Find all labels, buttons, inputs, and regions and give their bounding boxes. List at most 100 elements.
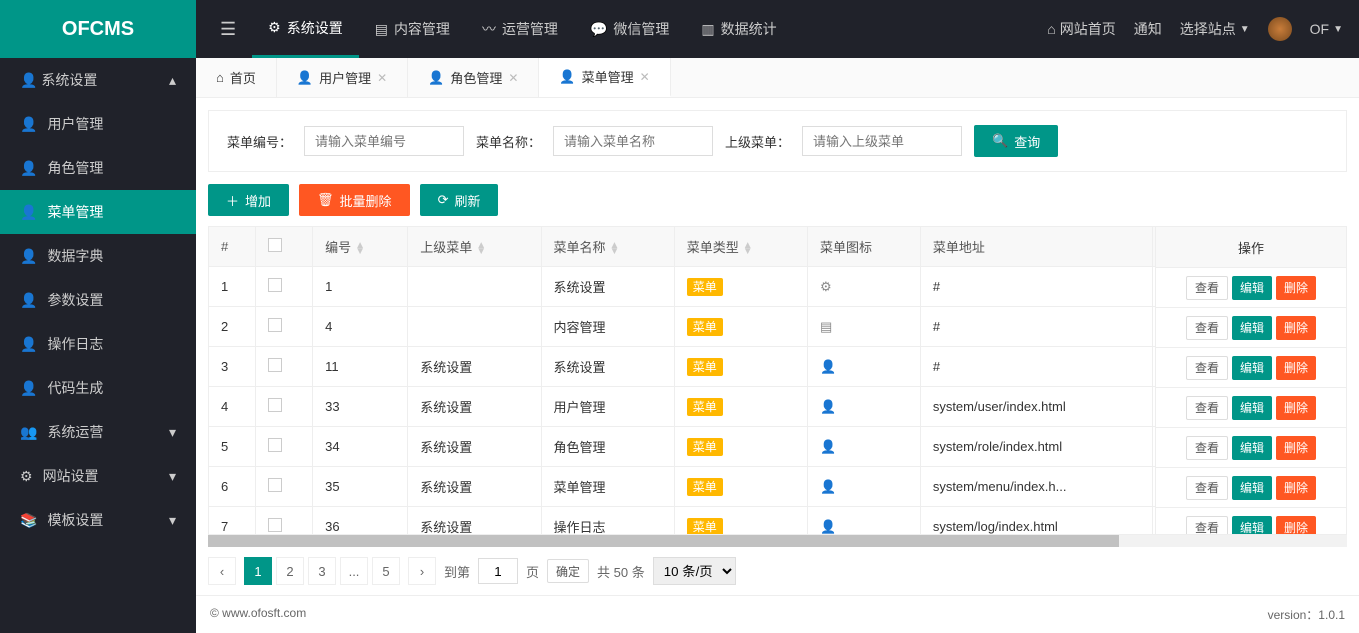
cell-parent	[408, 307, 541, 347]
sidebar-item-6[interactable]: 👤 代码生成	[0, 366, 196, 410]
tab-3[interactable]: 👤 菜单管理 ✕	[539, 58, 670, 97]
topnav-item-1[interactable]: ▤ 内容管理	[359, 0, 466, 58]
cell-icon: 👤	[807, 427, 920, 467]
select-all-checkbox[interactable]	[268, 238, 282, 252]
sidebar-header[interactable]: 👤 系统设置 ▴	[0, 58, 196, 102]
view-button[interactable]: 查看	[1186, 476, 1228, 500]
column-header-4[interactable]: 菜单名称	[541, 227, 674, 267]
add-button[interactable]: ＋ 增加	[208, 184, 289, 216]
row-checkbox[interactable]	[268, 478, 282, 492]
notify-link[interactable]: 通知	[1134, 19, 1162, 39]
sidebar-toggle-icon[interactable]: ☰	[204, 19, 252, 40]
sort-icon[interactable]	[476, 243, 486, 255]
horizontal-scrollbar[interactable]	[208, 535, 1347, 547]
sidebar-item-5[interactable]: 👤 操作日志	[0, 322, 196, 366]
tab-icon: 👤	[297, 70, 313, 86]
delete-button[interactable]: 删除	[1276, 476, 1316, 500]
pager: ‹ 123...5 › 到第 页 确定 共 50 条 10 条/页	[196, 547, 1359, 595]
prev-page[interactable]: ‹	[208, 557, 236, 585]
delete-button[interactable]: 删除	[1276, 316, 1316, 340]
column-header-7[interactable]: 菜单地址	[920, 227, 1153, 267]
topnav-item-3[interactable]: 💬 微信管理	[574, 0, 685, 58]
row-checkbox[interactable]	[268, 278, 282, 292]
delete-button[interactable]: 删除	[1276, 276, 1316, 300]
sidebar-item-7[interactable]: 👥 系统运营▾	[0, 410, 196, 454]
edit-button[interactable]: 编辑	[1232, 396, 1272, 420]
row-checkbox[interactable]	[268, 318, 282, 332]
topnav-item-2[interactable]: 〰 运营管理	[466, 0, 574, 58]
column-header-2[interactable]: 编号	[313, 227, 408, 267]
delete-button[interactable]: 删除	[1276, 356, 1316, 380]
delete-button[interactable]: 删除	[1276, 396, 1316, 420]
edit-button[interactable]: 编辑	[1232, 476, 1272, 500]
view-button[interactable]: 查看	[1186, 516, 1228, 536]
search-button[interactable]: 🔍 查询	[974, 125, 1058, 157]
column-header-0[interactable]: #	[209, 227, 256, 267]
sidebar-item-2[interactable]: 👤 菜单管理	[0, 190, 196, 234]
edit-button[interactable]: 编辑	[1232, 276, 1272, 300]
home-link[interactable]: ⌂ 网站首页	[1047, 19, 1115, 39]
tab-1[interactable]: 👤 用户管理 ✕	[277, 58, 408, 97]
sidebar-item-4[interactable]: 👤 参数设置	[0, 278, 196, 322]
page-size-select[interactable]: 10 条/页	[653, 557, 736, 585]
cell-code: 33	[313, 387, 408, 427]
page-3[interactable]: 3	[308, 557, 336, 585]
edit-button[interactable]: 编辑	[1232, 356, 1272, 380]
goto-input[interactable]	[478, 558, 518, 584]
column-header-3[interactable]: 上级菜单	[408, 227, 541, 267]
row-checkbox[interactable]	[268, 358, 282, 372]
sidebar-item-9[interactable]: 📚 模板设置▾	[0, 498, 196, 542]
refresh-button[interactable]: ⟳ 刷新	[420, 184, 499, 216]
avatar[interactable]	[1268, 17, 1292, 41]
delete-button[interactable]: 删除	[1276, 516, 1316, 536]
site-select[interactable]: 选择站点 ▼	[1180, 19, 1250, 39]
tab-0[interactable]: ⌂ 首页	[196, 58, 277, 97]
tab-close-icon[interactable]: ✕	[640, 70, 650, 84]
row-checkbox[interactable]	[268, 398, 282, 412]
next-page[interactable]: ›	[408, 557, 436, 585]
topnav-item-4[interactable]: ▥ 数据统计	[685, 0, 792, 58]
edit-button[interactable]: 编辑	[1232, 516, 1272, 536]
tab-icon: 👤	[559, 69, 575, 85]
tab-close-icon[interactable]: ✕	[508, 71, 518, 85]
view-button[interactable]: 查看	[1186, 316, 1228, 340]
topnav-right: ⌂ 网站首页 通知 选择站点 ▼ OF ▼	[1047, 17, 1359, 41]
cell-name: 用户管理	[541, 387, 674, 427]
row-checkbox[interactable]	[268, 518, 282, 532]
page-1[interactable]: 1	[244, 557, 272, 585]
batch-delete-button[interactable]: 🗑 批量删除	[299, 184, 410, 216]
sort-icon[interactable]	[610, 243, 620, 255]
view-button[interactable]: 查看	[1186, 276, 1228, 300]
sidebar-item-0[interactable]: 👤 用户管理	[0, 102, 196, 146]
name-input[interactable]	[553, 126, 713, 156]
caret-down-icon: ▾	[169, 468, 176, 485]
page-2[interactable]: 2	[276, 557, 304, 585]
user-menu[interactable]: OF ▼	[1310, 21, 1343, 37]
page-5[interactable]: 5	[372, 557, 400, 585]
tab-2[interactable]: 👤 角色管理 ✕	[408, 58, 539, 97]
view-button[interactable]: 查看	[1186, 396, 1228, 420]
sort-icon[interactable]	[743, 243, 753, 255]
column-header-5[interactable]: 菜单类型	[674, 227, 807, 267]
view-button[interactable]: 查看	[1186, 356, 1228, 380]
sidebar-item-8[interactable]: ⚙ 网站设置▾	[0, 454, 196, 498]
column-header-1[interactable]	[256, 227, 313, 267]
tab-close-icon[interactable]: ✕	[377, 71, 387, 85]
topbar: OFCMS ☰ ⚙ 系统设置▤ 内容管理〰 运营管理💬 微信管理▥ 数据统计 ⌂…	[0, 0, 1359, 58]
page-...[interactable]: ...	[340, 557, 368, 585]
cell-name: 菜单管理	[541, 467, 674, 507]
topnav-item-0[interactable]: ⚙ 系统设置	[252, 0, 359, 58]
delete-button[interactable]: 删除	[1276, 436, 1316, 460]
row-checkbox[interactable]	[268, 438, 282, 452]
edit-button[interactable]: 编辑	[1232, 316, 1272, 340]
sort-icon[interactable]	[355, 243, 365, 255]
goto-button[interactable]: 确定	[547, 559, 589, 583]
column-header-6[interactable]: 菜单图标	[807, 227, 920, 267]
edit-button[interactable]: 编辑	[1232, 436, 1272, 460]
sidebar-item-3[interactable]: 👤 数据字典	[0, 234, 196, 278]
code-input[interactable]	[304, 126, 464, 156]
sidebar-item-1[interactable]: 👤 角色管理	[0, 146, 196, 190]
parent-input[interactable]	[802, 126, 962, 156]
footer-left: © www.ofosft.com	[210, 606, 306, 623]
view-button[interactable]: 查看	[1186, 436, 1228, 460]
